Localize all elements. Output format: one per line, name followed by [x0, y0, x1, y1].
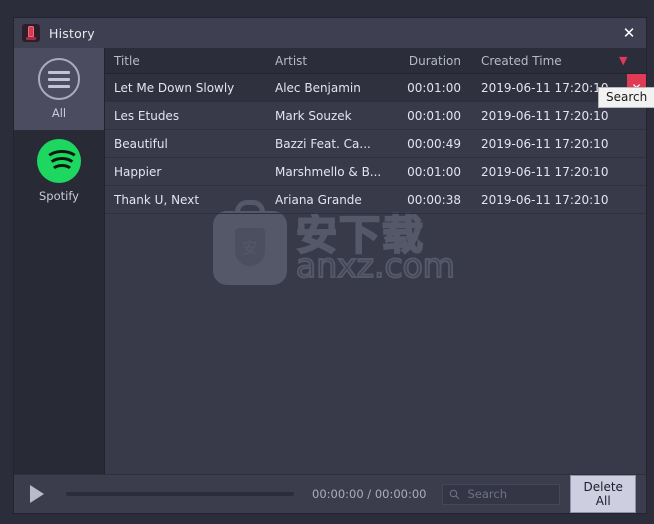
cell-duration: 00:00:49 [407, 136, 461, 151]
column-header-duration[interactable]: Duration [385, 54, 461, 68]
table-row[interactable]: Beautiful Bazzi Feat. Ca... 00:00:49 2019-0… [105, 130, 646, 158]
watermark-badge-char: 安 [235, 228, 265, 266]
cell-artist: Mark Souzek [275, 108, 352, 123]
window-body: All Spotify 安 安下载 anxz.com Title Artist … [14, 48, 654, 474]
cell-created-time: 2019-06-11 17:20:10 [481, 136, 609, 151]
cell-title: Beautiful [114, 136, 168, 151]
watermark-english-text: anxz.com [295, 245, 456, 285]
sidebar-item-spotify[interactable]: Spotify [14, 130, 104, 212]
title-bar[interactable]: History ✕ [14, 18, 646, 48]
column-header-title[interactable]: Title [105, 54, 275, 68]
cell-duration: 00:01:00 [407, 164, 461, 179]
delete-all-button[interactable]: Delete All [570, 475, 636, 513]
table-row[interactable]: Happier Marshmello & B... 00:01:00 2019-06-… [105, 158, 646, 186]
spotify-icon [37, 139, 81, 183]
search-tooltip: Search [598, 87, 654, 108]
cell-duration: 00:01:00 [407, 80, 461, 95]
sort-descending-icon[interactable]: ▼ [619, 55, 627, 66]
cell-artist: Marshmello & B... [275, 164, 382, 179]
cell-artist: Bazzi Feat. Ca... [275, 136, 371, 151]
table-header: Title Artist Duration Created Time ▼ [105, 48, 646, 74]
cell-created-time: 2019-06-11 17:20:10 [481, 164, 609, 179]
search-icon [449, 489, 460, 500]
search-box[interactable] [442, 483, 561, 505]
table-row[interactable]: Let Me Down Slowly Alec Benjamin 00:01:00 2… [105, 74, 646, 102]
content-area: 安 安下载 anxz.com Title Artist Duration Cre… [105, 48, 654, 474]
play-icon[interactable] [30, 485, 44, 503]
column-header-artist[interactable]: Artist [275, 54, 385, 68]
time-display: 00:00:00 / 00:00:00 [312, 487, 427, 501]
watermark-bag-icon: 安 [213, 200, 287, 285]
close-icon[interactable]: ✕ [612, 18, 646, 48]
cell-duration: 00:00:38 [407, 192, 461, 207]
cell-artist: Ariana Grande [275, 192, 362, 207]
window-title: History [49, 25, 95, 41]
table-row[interactable]: Les Etudes Mark Souzek 00:01:00 2019-06-11 … [105, 102, 646, 130]
cell-duration: 00:01:00 [407, 108, 461, 123]
cell-created-time: 2019-06-11 17:20:10 [481, 192, 609, 207]
table-row[interactable]: Thank U, Next Ariana Grande 00:00:38 2019-0… [105, 186, 646, 214]
sidebar: All Spotify [14, 48, 105, 474]
hamburger-icon [38, 58, 80, 100]
history-window: History ✕ All Spotify 安 安下载 anxz.com Tit… [14, 18, 654, 513]
cell-title: Thank U, Next [114, 192, 200, 207]
sidebar-item-label: All [51, 106, 67, 120]
watermark-chinese-text: 安下载 [295, 210, 425, 259]
column-header-created-time[interactable]: Created Time [461, 54, 611, 68]
search-input[interactable] [465, 486, 554, 502]
cell-title: Happier [114, 164, 162, 179]
sidebar-item-all[interactable]: All [14, 48, 104, 130]
cell-artist: Alec Benjamin [275, 80, 361, 95]
sidebar-item-label: Spotify [39, 189, 79, 203]
player-bar: 00:00:00 / 00:00:00 Delete All [14, 474, 646, 513]
microphone-icon [22, 24, 40, 42]
table-body: Let Me Down Slowly Alec Benjamin 00:01:00 2… [105, 74, 646, 214]
cell-title: Let Me Down Slowly [114, 80, 235, 95]
progress-slider[interactable] [66, 492, 294, 496]
watermark: 安 安下载 anxz.com [213, 200, 456, 285]
cell-created-time: 2019-06-11 17:20:10 [481, 108, 609, 123]
cell-title: Les Etudes [114, 108, 180, 123]
cell-created-time: 2019-06-11 17:20:10 [481, 80, 609, 95]
